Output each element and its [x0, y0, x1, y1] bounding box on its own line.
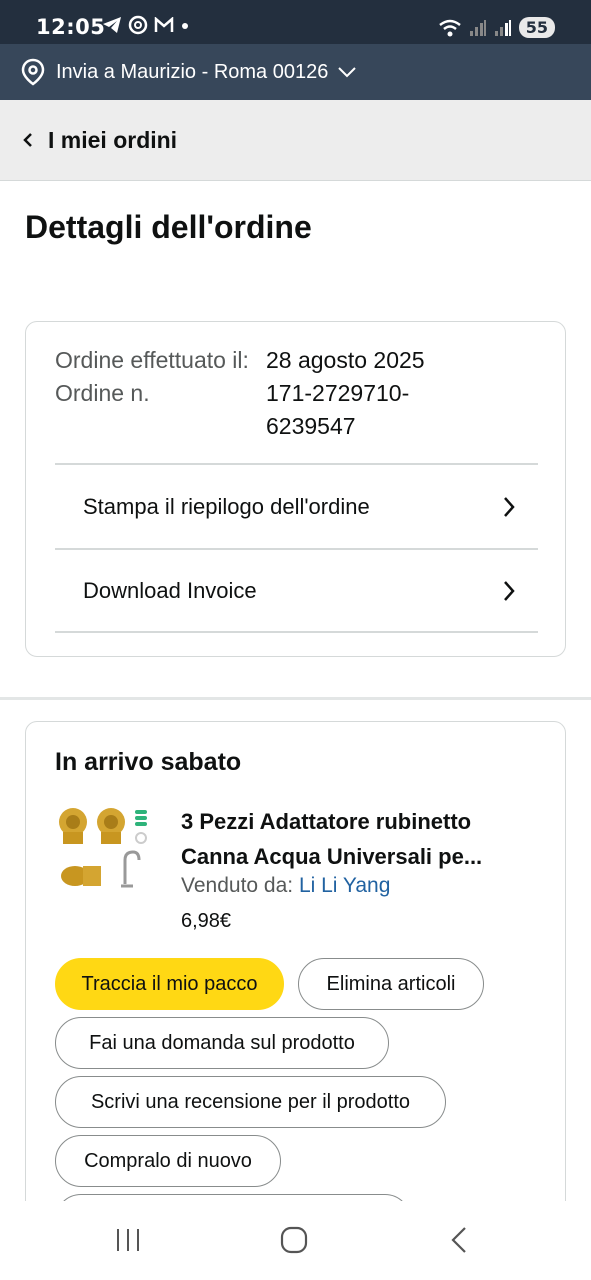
- ask-question-button[interactable]: Fai una domanda sul prodotto: [55, 1017, 389, 1069]
- brass-adapter-icon: [61, 866, 101, 886]
- delete-items-button[interactable]: Elimina articoli: [298, 958, 484, 1010]
- order-labels: Ordine effettuato il: Ordine n.: [55, 344, 255, 410]
- print-summary-label: Stampa il riepilogo dell'ordine: [83, 493, 370, 519]
- chevron-left-icon: [23, 133, 32, 147]
- home-icon[interactable]: [279, 1225, 309, 1255]
- page-title: Dettagli dell'ordine: [25, 209, 312, 245]
- gmail-icon: [154, 17, 174, 32]
- signal-icon: [469, 19, 486, 36]
- location-pin-icon: [21, 58, 45, 86]
- battery-indicator: 55: [518, 17, 555, 38]
- back-label: I miei ordini: [48, 126, 178, 153]
- shipment-card: In arrivo sabato 3 Pezzi Adattatore rubi…: [25, 721, 566, 1246]
- product-price: 6,98€: [181, 910, 232, 932]
- track-package-button[interactable]: Traccia il mio pacco: [55, 958, 284, 1010]
- delivery-address-label: Invia a Maurizio - Roma 00126: [56, 60, 329, 83]
- buy-again-button[interactable]: Compralo di nuovo: [55, 1135, 281, 1187]
- section-divider: [0, 697, 591, 700]
- order-summary-card: Ordine effettuato il: Ordine n. 28 agost…: [25, 321, 566, 657]
- chevron-right-icon: [504, 580, 515, 601]
- brass-adapter-icon: [59, 808, 87, 844]
- chevron-down-icon: [338, 67, 357, 78]
- wifi-icon: [438, 19, 461, 36]
- back-to-orders[interactable]: I miei ordini: [0, 100, 591, 181]
- status-time: 12:05: [36, 15, 106, 39]
- faucet-icon: [121, 850, 141, 888]
- system-navigation-bar: [0, 1201, 591, 1280]
- sold-by-label: Venduto da:: [181, 874, 294, 897]
- order-values: 28 agosto 2025 171-2729710-6239547: [266, 344, 486, 443]
- download-invoice-label: Download Invoice: [83, 577, 257, 603]
- product-image[interactable]: [55, 804, 155, 904]
- delivery-address-bar[interactable]: Invia a Maurizio - Roma 00126: [0, 44, 591, 100]
- shipment-status: In arrivo sabato: [55, 748, 242, 776]
- write-review-button[interactable]: Scrivi una recensione per il prodotto: [55, 1076, 446, 1128]
- order-date-label: Ordine effettuato il:: [55, 347, 249, 373]
- more-dot-icon: [182, 23, 188, 29]
- signal-icon-2: [494, 19, 511, 36]
- order-number-label: Ordine n.: [55, 380, 150, 406]
- seller-info: Venduto da: Li Li Yang: [181, 874, 390, 898]
- recents-icon[interactable]: [114, 1225, 142, 1255]
- order-date: 28 agosto 2025: [266, 347, 425, 373]
- notification-icons: [102, 15, 190, 35]
- brass-adapter-icon: [97, 808, 125, 844]
- seller-link[interactable]: Li Li Yang: [299, 874, 390, 897]
- telegram-icon: [103, 17, 121, 33]
- status-bar: 12:05 55: [0, 0, 591, 44]
- product-title[interactable]: 3 Pezzi Adattatore rubinetto Canna Acqua…: [181, 804, 541, 874]
- system-icons: 55: [438, 17, 555, 38]
- back-icon[interactable]: [448, 1225, 470, 1255]
- order-number: 171-2729710-6239547: [266, 380, 410, 439]
- seal-rings-icon: [135, 810, 147, 844]
- download-invoice-link[interactable]: Download Invoice: [55, 548, 538, 633]
- chevron-right-icon: [504, 496, 515, 517]
- print-summary-link[interactable]: Stampa il riepilogo dell'ordine: [55, 463, 538, 548]
- threads-icon: [128, 15, 148, 35]
